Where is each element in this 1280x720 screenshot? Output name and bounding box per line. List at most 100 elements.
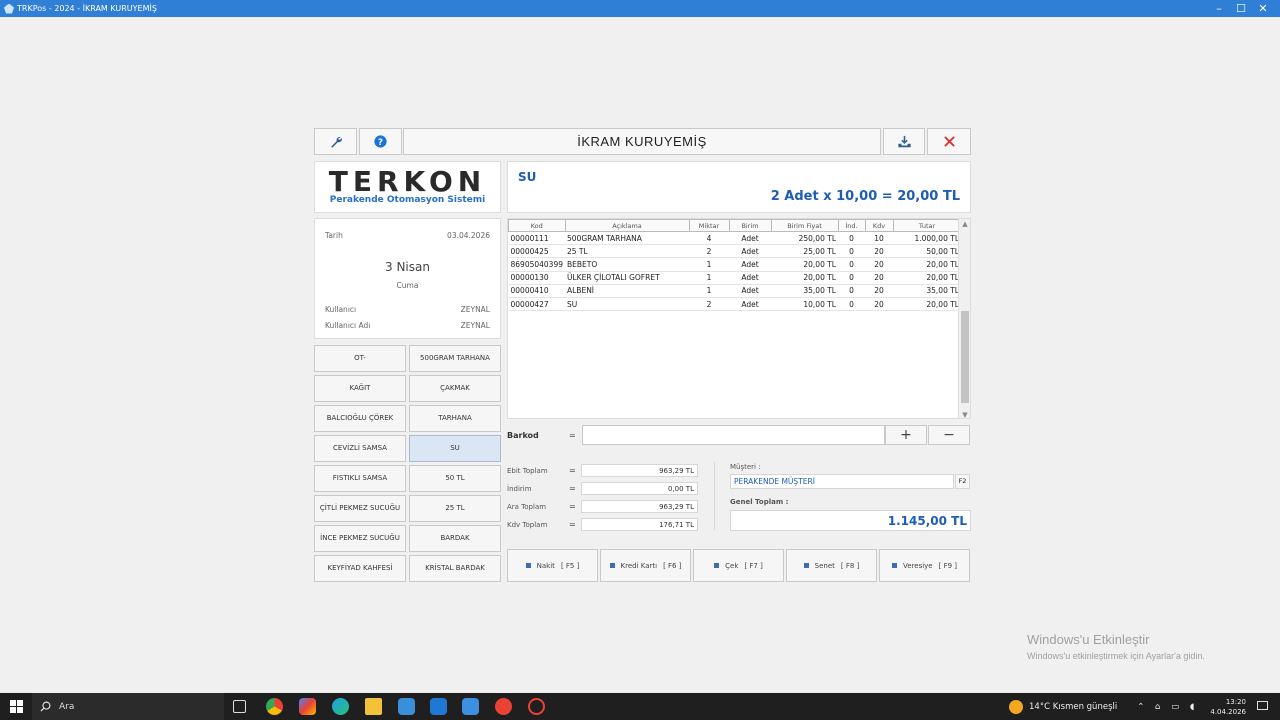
cell-code: 00000427 — [508, 297, 565, 312]
quick-button[interactable]: ÇİTLİ PEKMEZ SUCUĞU — [314, 495, 406, 522]
tray-icons[interactable]: ⌃ ⌂ ▭ ◖ — [1137, 702, 1198, 712]
table-row[interactable]: 00000111 500GRAM TARHANA 4 Adet 250,00 T… — [508, 231, 961, 246]
decrease-quantity-button[interactable]: − — [928, 425, 970, 445]
quick-button[interactable]: BALCIOĞLU ÇÖREK — [314, 405, 406, 432]
taskbar-search[interactable]: Ara — [32, 693, 224, 720]
quick-button[interactable]: 500GRAM TARHANA — [409, 345, 501, 372]
pay-credit-account-button[interactable]: Veresiye [ F9 ] — [879, 549, 970, 582]
column-header[interactable]: Kod — [508, 219, 566, 232]
help-icon: ? — [374, 135, 387, 148]
window-titlebar: TRKPos - 2024 - İKRAM KURUYEMİŞ – ☐ ✕ — [0, 0, 1280, 17]
logo-subtitle: Perakende Otomasyon Sistemi — [329, 195, 486, 205]
user-label: Kullanıcı — [325, 305, 357, 314]
payment-key: [ F5 ] — [560, 561, 580, 570]
scroll-down-icon[interactable]: ▼ — [959, 411, 970, 418]
barcode-input[interactable] — [582, 425, 885, 445]
table-row[interactable]: 00000410 ALBENİ 1 Adet 35,00 TL 0 20 35,… — [508, 284, 961, 298]
quick-button[interactable]: BARDAK — [409, 525, 501, 552]
quick-button[interactable]: ÇAKMAK — [409, 375, 501, 402]
mail-icon[interactable] — [398, 698, 415, 715]
minimize-button[interactable]: – — [1208, 0, 1230, 17]
column-header[interactable]: Açıklama — [564, 219, 690, 232]
quick-button[interactable]: KRİSTAL BARDAK — [409, 555, 501, 582]
table-row[interactable]: 86905040399 BEBETO 1 Adet 20,00 TL 0 20 … — [508, 257, 961, 272]
system-tray: 14°C Kısmen güneşli ⌃ ⌂ ▭ ◖ 13:20 4.04.2… — [1009, 693, 1280, 720]
cell-amount: 50,00 TL — [893, 244, 961, 259]
cell-code: 00000130 — [508, 271, 565, 285]
pay-note-button[interactable]: Senet [ F8 ] — [786, 549, 877, 582]
column-header[interactable]: Kdv — [864, 219, 894, 232]
copilot-icon[interactable] — [299, 698, 316, 715]
increase-quantity-button[interactable]: + — [885, 425, 927, 445]
weather-icon[interactable] — [1009, 699, 1023, 714]
column-header[interactable]: İnd. — [837, 219, 866, 232]
cell-quantity: 2 — [689, 244, 729, 259]
grid-scrollbar[interactable]: ▲ ▼ — [958, 219, 970, 418]
quick-button[interactable]: OT- — [314, 345, 406, 372]
quick-button[interactable]: TARHANA — [409, 405, 501, 432]
close-app-button[interactable] — [927, 128, 971, 155]
column-header[interactable]: Tutar — [892, 219, 962, 232]
table-row[interactable]: 00000425 25 TL 2 Adet 25,00 TL 0 20 50,0… — [508, 244, 961, 259]
top-bar: ? İKRAM KURUYEMİŞ — [314, 128, 971, 155]
close-window-button[interactable]: ✕ — [1252, 0, 1274, 17]
help-button[interactable]: ? — [359, 128, 402, 155]
column-header[interactable]: Birim — [728, 219, 772, 232]
pay-credit-card-button[interactable]: Kredi Kartı [ F6 ] — [600, 549, 691, 582]
cell-description: ÜLKER ÇİLOTALI GOFRET — [565, 271, 689, 285]
chrome-profile-icon[interactable] — [495, 698, 512, 715]
quick-button-active[interactable]: SU — [409, 435, 501, 462]
settings-button[interactable] — [314, 128, 357, 155]
quick-button[interactable]: CEVİZLİ SAMSA — [314, 435, 406, 462]
file-explorer-icon[interactable] — [365, 698, 382, 715]
terkon-pos-icon[interactable] — [462, 698, 479, 715]
cell-unit: Adet — [729, 297, 771, 312]
download-button[interactable] — [883, 128, 925, 155]
quick-button[interactable]: KEYFİYAD KAHFESİ — [314, 555, 406, 582]
cell-unit-price: 10,00 TL — [771, 297, 838, 312]
maximize-button[interactable]: ☐ — [1230, 0, 1252, 17]
watermark-subtitle: Windows'u etkinleştirmek için Ayarlar'a … — [1027, 651, 1205, 661]
notification-icon[interactable] — [1257, 701, 1268, 710]
column-header[interactable]: Birim Fiyat — [770, 219, 839, 232]
app-icon-blue[interactable] — [430, 698, 447, 715]
customer-f2-button[interactable]: F2 — [955, 474, 970, 489]
cell-quantity: 1 — [689, 284, 729, 298]
weekday-display: Cuma — [396, 281, 419, 290]
quick-button[interactable]: İNCE PEKMEZ SUCUĞU — [314, 525, 406, 552]
windows-start-icon[interactable] — [10, 700, 23, 713]
barcode-equals: = — [569, 431, 576, 440]
cell-unit: Adet — [729, 271, 771, 285]
quick-button[interactable]: 50 TL — [409, 465, 501, 492]
cell-vat: 20 — [865, 284, 893, 298]
weather-text[interactable]: 14°C Kısmen güneşli — [1029, 702, 1117, 712]
cell-amount: 35,00 TL — [893, 284, 961, 298]
vat-total-label: Kdv Toplam — [507, 521, 548, 529]
scrollbar-thumb[interactable] — [961, 311, 969, 403]
clock[interactable]: 13:20 4.04.2026 — [1210, 697, 1246, 717]
logo-brand: TERKON — [328, 165, 487, 198]
table-row[interactable]: 00000130 ÜLKER ÇİLOTALI GOFRET 1 Adet 20… — [508, 271, 961, 285]
wrench-icon — [330, 136, 342, 148]
table-row-selected[interactable]: 00000427 SU 2 Adet 10,00 TL 0 20 20,00 T… — [508, 297, 961, 312]
edge-icon[interactable] — [332, 698, 349, 715]
column-header[interactable]: Miktar — [688, 219, 730, 232]
activation-watermark: Windows'u Etkinleştir Windows'u etkinleş… — [1027, 632, 1205, 661]
subtotal-equals: = — [569, 502, 576, 511]
chrome-icon[interactable] — [266, 698, 283, 715]
search-icon — [40, 701, 51, 712]
cell-quantity: 4 — [689, 231, 729, 246]
net-total-value: 963,29 TL — [581, 464, 698, 477]
recorder-icon[interactable] — [528, 698, 545, 715]
cell-amount: 20,00 TL — [893, 297, 961, 312]
task-view-icon[interactable] — [233, 700, 246, 713]
pay-cash-button[interactable]: Nakit [ F5 ] — [507, 549, 598, 582]
cell-discount: 0 — [838, 257, 865, 272]
quick-button[interactable]: KAĞIT — [314, 375, 406, 402]
quick-button[interactable]: 25 TL — [409, 495, 501, 522]
pay-cheque-button[interactable]: Çek [ F7 ] — [693, 549, 784, 582]
customer-field[interactable]: PERAKENDE MÜŞTERİ — [730, 474, 954, 489]
quick-button[interactable]: FISTIKLI SAMSA — [314, 465, 406, 492]
scroll-up-icon[interactable]: ▲ — [959, 220, 970, 228]
cell-description: SU — [565, 297, 689, 312]
